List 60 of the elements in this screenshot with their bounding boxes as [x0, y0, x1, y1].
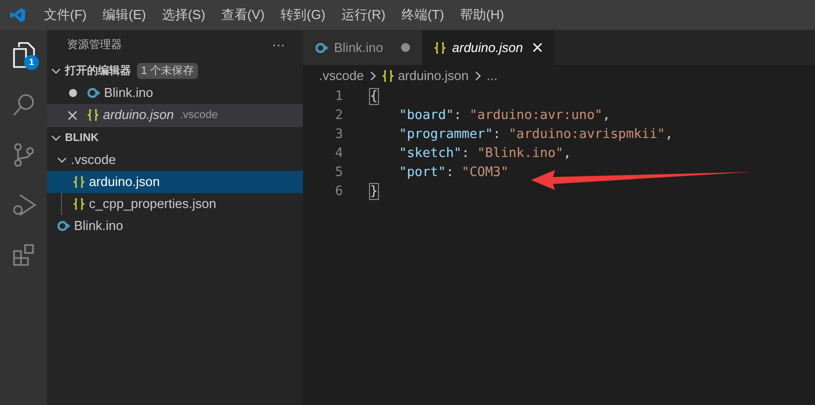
code-line: "port": "COM3"	[398, 164, 509, 182]
code-line: "board": "arduino:avr:uno",	[398, 106, 610, 125]
search-icon[interactable]	[10, 92, 36, 118]
open-editor-item[interactable]: Blink.ino	[47, 82, 303, 104]
breadcrumb-item[interactable]: arduino.json	[398, 66, 469, 86]
file-item[interactable]: c_cpp_properties.json	[47, 193, 303, 215]
menu-item[interactable]: 转到(G)	[272, 5, 334, 25]
editor-tab[interactable]: arduino.json	[422, 30, 554, 65]
code-line: "programmer": "arduino:avrispmkii",	[398, 126, 673, 144]
menu-item[interactable]: 帮助(H)	[452, 5, 512, 25]
activity-button[interactable]: 1	[0, 30, 47, 80]
arduino-file-icon	[315, 42, 328, 54]
line-number: 2	[334, 106, 344, 125]
play-bug-icon[interactable]	[10, 192, 36, 218]
braces-icon	[87, 109, 99, 121]
braces-icon	[434, 42, 446, 54]
line-number: 3	[334, 126, 344, 144]
code-line: }	[370, 182, 378, 201]
sidebar-title: 资源管理器	[67, 38, 122, 53]
menu-item[interactable]: 编辑(E)	[94, 5, 154, 25]
breadcrumb-item[interactable]: .vscode	[319, 66, 364, 86]
braces-icon	[73, 198, 85, 210]
menu-item[interactable]: 运行(R)	[333, 5, 394, 25]
chevron-icon	[472, 71, 483, 81]
open-editor-item[interactable]: arduino.json .vscode	[47, 104, 303, 126]
braces-icon	[73, 176, 85, 188]
folder-item[interactable]: .vscode	[47, 149, 303, 171]
menu-item[interactable]: 文件(F)	[36, 5, 95, 25]
close-icon[interactable]	[68, 110, 77, 120]
editor-tab[interactable]: Blink.ino	[303, 30, 422, 65]
folder-hint: .vscode	[180, 108, 218, 123]
line-number: 1	[334, 88, 344, 106]
menu-item[interactable]: 终端(T)	[393, 5, 452, 25]
file-name: Blink.ino	[104, 84, 154, 102]
file-item[interactable]: Blink.ino	[47, 215, 303, 237]
arduino-file-icon	[87, 87, 100, 99]
breadcrumb-item[interactable]: ...	[486, 66, 498, 86]
files-icon[interactable]	[10, 41, 36, 69]
chevron-icon	[368, 71, 378, 81]
arduino-file-icon	[57, 220, 70, 232]
notification-badge: 1	[24, 55, 39, 70]
section-header[interactable]: BLINK	[65, 130, 99, 146]
line-number: 6	[334, 182, 344, 201]
section-header[interactable]: 打开的编辑器	[65, 62, 131, 80]
file-name: arduino.json	[103, 106, 174, 124]
tab-label: arduino.json	[452, 38, 523, 57]
menu-item[interactable]: 查看(V)	[213, 5, 273, 25]
branch-icon[interactable]	[12, 142, 36, 168]
more-actions-button[interactable]: ···	[272, 35, 285, 55]
menu-item[interactable]: 选择(S)	[154, 5, 214, 25]
braces-icon	[382, 70, 394, 82]
line-number: 5	[334, 164, 344, 182]
file-item[interactable]: arduino.json	[47, 171, 303, 193]
code-line: "sketch": "Blink.ino",	[398, 144, 572, 163]
line-number: 4	[334, 144, 344, 163]
code-line: {	[370, 88, 378, 106]
app-logo-icon	[10, 7, 26, 23]
extensions-icon[interactable]	[12, 243, 36, 267]
tab-label: Blink.ino	[334, 38, 384, 57]
unsaved-badge: 1 个未保存	[137, 62, 198, 80]
